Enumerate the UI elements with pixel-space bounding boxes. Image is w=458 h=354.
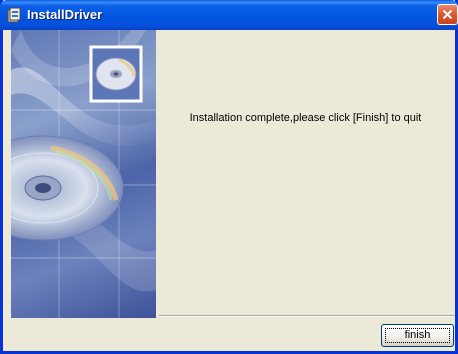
cd-disc-large-illustration bbox=[11, 135, 124, 241]
window-title: InstallDriver bbox=[27, 7, 103, 22]
installer-icon bbox=[6, 7, 22, 23]
finish-button[interactable]: finish bbox=[381, 324, 454, 347]
installer-window: InstallDriver Installation complete,plea… bbox=[0, 0, 458, 354]
completion-message: Installation complete,please click [Fini… bbox=[189, 112, 422, 124]
content-area: Installation complete,please click [Fini… bbox=[156, 30, 455, 351]
finish-button-label: finish bbox=[404, 329, 431, 341]
close-button[interactable] bbox=[437, 4, 458, 25]
separator-line bbox=[159, 315, 455, 317]
cd-disc-icon bbox=[89, 45, 143, 103]
close-icon bbox=[442, 9, 453, 20]
side-banner-image bbox=[11, 30, 156, 318]
title-bar[interactable]: InstallDriver bbox=[0, 0, 458, 30]
